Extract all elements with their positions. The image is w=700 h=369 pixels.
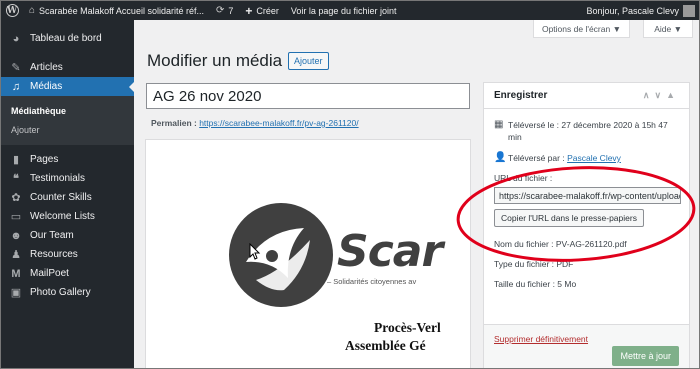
pushpin-icon: ✎: [11, 62, 21, 74]
dashboard-icon: ◕: [12, 32, 20, 45]
sidebar-item-label: Tableau de bord: [30, 33, 102, 44]
medias-submenu: Médiathèque Ajouter: [1, 96, 134, 145]
sidebar-item-medias[interactable]: ♫ Médias: [1, 77, 134, 96]
list-icon: ▭: [10, 211, 22, 223]
uploaded-on-row: ▦ Téléversé le : 27 décembre 2020 à 15h …: [494, 119, 679, 143]
greeting-text: Bonjour, Pascale Clevy: [586, 5, 679, 16]
sidebar-item-label: Counter Skills: [30, 192, 92, 203]
admin-bar: W ⌂ Scarabée Malakoff Accueil solidarité…: [1, 1, 699, 20]
account-menu[interactable]: Bonjour, Pascale Clevy: [580, 1, 699, 20]
box-controls-icon[interactable]: ∧∨▲: [643, 90, 689, 101]
scarab-logo-icon: [229, 203, 333, 307]
page-title: Modifier un média: [147, 51, 283, 70]
user-icon: 👤: [494, 152, 507, 163]
publish-box-title: Enregistrer: [494, 90, 548, 101]
gallery-icon: ▣: [10, 287, 22, 299]
home-icon: ⌂: [29, 5, 36, 16]
mailpoet-icon: M: [11, 267, 21, 280]
file-name-text: Nom du fichier : PV-AG-261120.pdf: [494, 239, 627, 249]
permalink: Permalien : https://scarabee-malakoff.fr…: [151, 118, 359, 128]
sidebar-item-photo-gallery[interactable]: ▣ Photo Gallery: [1, 283, 134, 302]
updates-count: 7: [228, 5, 234, 16]
logo-tagline: – Solidarités citoyennes av: [327, 277, 417, 286]
file-url-field[interactable]: https://scarabee-malakoff.fr/wp-content/…: [494, 187, 681, 204]
sidebar-item-dashboard[interactable]: ◕ Tableau de bord: [1, 29, 134, 48]
sidebar-item-label: Welcome Lists: [30, 211, 95, 222]
avatar: [683, 4, 695, 17]
permalink-link[interactable]: https://scarabee-malakoff.fr/pv-ag-26112…: [199, 118, 358, 128]
document-preview: Scar – Solidarités citoyennes av Procès-…: [145, 139, 471, 368]
uploaded-by-link[interactable]: Pascale Clevy: [567, 152, 621, 164]
counter-icon: ✿: [11, 192, 21, 204]
copy-url-button[interactable]: Copier l'URL dans le presse-papiers: [494, 209, 644, 227]
submenu-item-library[interactable]: Médiathèque: [1, 101, 134, 120]
document-heading-line1: Procès-Verl: [374, 320, 441, 335]
file-type-text: Type du fichier : PDF: [494, 259, 574, 269]
add-media-button[interactable]: Ajouter: [288, 52, 329, 70]
logo-wordmark: Scar: [337, 226, 443, 277]
sidebar-item-articles[interactable]: ✎ Articles: [1, 58, 134, 77]
sidebar-item-label: Our Team: [30, 230, 74, 241]
sidebar-item-pages[interactable]: ▮ Pages: [1, 150, 134, 169]
screen-frame: W ⌂ Scarabée Malakoff Accueil solidarité…: [0, 0, 700, 369]
publish-box: Enregistrer ∧∨▲ ▦ Téléversé le : 27 déce…: [483, 82, 690, 368]
new-content-link[interactable]: + Créer: [239, 1, 285, 20]
uploaded-by-label: Téléversé par :: [508, 153, 565, 163]
file-url-label: URL du fichier :: [494, 173, 553, 183]
sidebar-item-label: MailPoet: [30, 268, 69, 279]
calendar-icon: ▦: [494, 119, 504, 130]
plus-icon: +: [245, 3, 253, 18]
wordpress-logo[interactable]: W: [1, 1, 23, 20]
screen-options-tab[interactable]: Options de l'écran ▼: [532, 20, 630, 38]
sidebar-item-label: Testimonials: [30, 173, 86, 184]
sidebar-item-label: Articles: [30, 62, 63, 73]
quote-icon: ❝: [13, 173, 19, 185]
wordpress-icon: W: [5, 4, 19, 17]
publish-box-header: Enregistrer ∧∨▲: [484, 83, 689, 109]
new-content-label: Créer: [256, 5, 279, 16]
team-icon: ☻: [10, 229, 22, 242]
media-icon: ♫: [11, 80, 21, 93]
sidebar-item-testimonials[interactable]: ❝ Testimonials: [1, 169, 134, 188]
submenu-item-add[interactable]: Ajouter: [1, 120, 134, 139]
sidebar-item-welcome-lists[interactable]: ▭ Welcome Lists: [1, 207, 134, 226]
view-attachment-label: Voir la page du fichier joint: [290, 5, 397, 16]
permalink-label: Permalien :: [151, 118, 197, 128]
resources-icon: ♟: [11, 249, 21, 261]
sidebar-item-label: Pages: [30, 154, 59, 165]
sidebar-item-counter-skills[interactable]: ✿ Counter Skills: [1, 188, 134, 207]
page-icon: ▮: [12, 154, 20, 166]
sidebar-item-our-team[interactable]: ☻ Our Team: [1, 226, 134, 245]
sidebar-item-label: Resources: [30, 249, 78, 260]
uploaded-on-text: Téléversé le : 27 décembre 2020 à 15h 47…: [508, 120, 668, 142]
updates-icon: ⟳: [215, 5, 225, 16]
uploaded-by-row: 👤 Téléversé par : Pascale Clevy: [494, 152, 679, 164]
admin-sidebar: ◕ Tableau de bord ✎ Articles ♫ Médias Mé…: [1, 20, 134, 368]
update-button[interactable]: Mettre à jour: [612, 346, 679, 366]
delete-permanently-link[interactable]: Supprimer définitivement: [494, 334, 588, 344]
file-size-text: Taille du fichier : 5 Mo: [494, 279, 577, 289]
document-heading-line2: Assemblée Gé: [345, 338, 426, 353]
sidebar-item-resources[interactable]: ♟ Resources: [1, 245, 134, 264]
updates-link[interactable]: ⟳ 7: [210, 1, 239, 20]
sidebar-item-label: Photo Gallery: [30, 287, 91, 298]
publish-box-footer: Supprimer définitivement Mettre à jour: [484, 324, 689, 368]
site-name-label: Scarabée Malakoff Accueil solidarité réf…: [39, 5, 204, 16]
help-tab[interactable]: Aide ▼: [643, 20, 693, 38]
media-title-input[interactable]: AG 26 nov 2020: [146, 83, 470, 109]
sidebar-item-mailpoet[interactable]: M MailPoet: [1, 264, 134, 283]
view-attachment-link[interactable]: Voir la page du fichier joint: [285, 1, 403, 20]
sidebar-item-label: Médias: [30, 81, 63, 92]
site-name-link[interactable]: ⌂ Scarabée Malakoff Accueil solidarité r…: [23, 1, 210, 20]
